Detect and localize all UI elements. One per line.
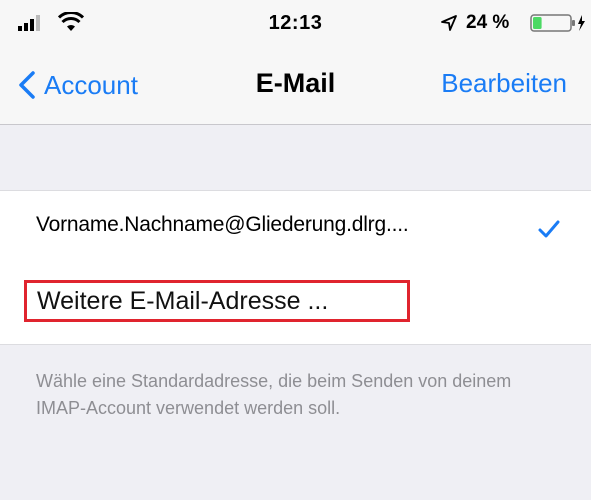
email-address-item[interactable]: Vorname.Nachname@Gliederung.dlrg.... xyxy=(36,213,409,237)
navigation-bar: Account E-Mail Bearbeiten xyxy=(0,46,591,125)
edit-button[interactable]: Bearbeiten xyxy=(441,68,567,99)
battery-icon xyxy=(530,14,585,32)
status-bar: 12:13 24 % xyxy=(0,0,591,46)
add-email-address-button[interactable]: Weitere E-Mail-Adresse ... xyxy=(24,280,410,322)
checkmark-icon xyxy=(538,220,560,238)
email-address-list: Vorname.Nachname@Gliederung.dlrg.... Wei… xyxy=(0,190,591,345)
battery-percent: 24 % xyxy=(466,12,510,33)
footer-description: Wähle eine Standardadresse, die beim Sen… xyxy=(36,371,512,418)
location-icon xyxy=(441,15,457,31)
